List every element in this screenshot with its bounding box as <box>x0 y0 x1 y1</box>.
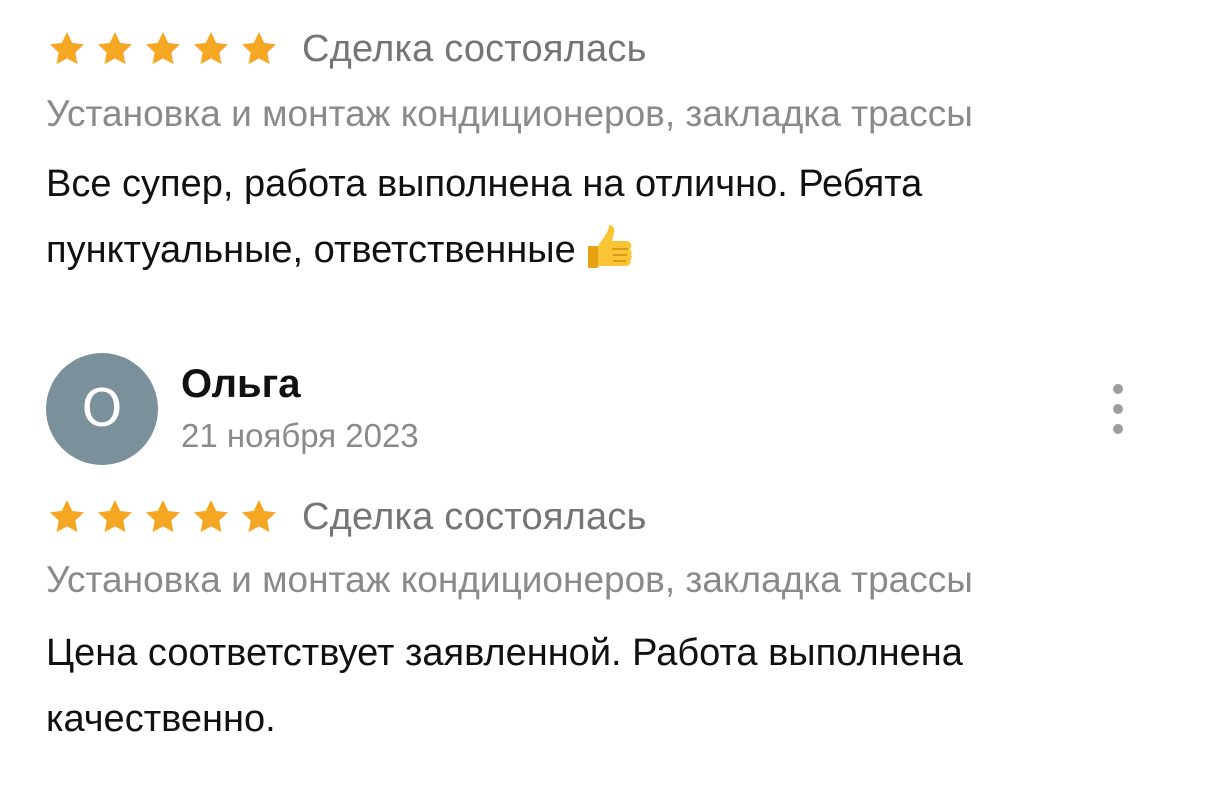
star-icon <box>50 32 84 65</box>
review-date: 21 ноября 2023 <box>181 417 419 454</box>
review-text-content: Все супер, работа выполнена на отлично. … <box>46 163 923 271</box>
rating-stars <box>46 497 280 537</box>
star-icon <box>146 500 180 533</box>
more-vertical-icon <box>1113 424 1123 434</box>
reviews-page: Сделка состоялась Установка и монтаж кон… <box>0 0 1214 810</box>
review-text: Цена соответствует заявленной. Работа вы… <box>46 632 963 740</box>
thumbs-up-icon <box>587 225 632 268</box>
review-rating-row: Сделка состоялась <box>46 494 647 540</box>
star-icon <box>242 500 276 533</box>
star-icon <box>146 32 180 65</box>
review-rating-row: Сделка состоялась <box>46 26 647 72</box>
avatar: О <box>46 353 158 465</box>
author-name: Ольга <box>181 362 301 406</box>
star-icon <box>242 32 276 65</box>
review-service: Установка и монтаж кондиционеров, заклад… <box>46 559 973 600</box>
more-vertical-icon <box>1113 404 1123 414</box>
star-icon <box>194 500 228 533</box>
star-icon <box>98 500 132 533</box>
deal-status: Сделка состоялась <box>302 28 647 70</box>
rating-stars <box>46 29 280 69</box>
avatar-initial: О <box>81 379 123 439</box>
star-icon <box>194 32 228 65</box>
star-icon <box>98 32 132 65</box>
review-service: Установка и монтаж кондиционеров, заклад… <box>46 93 973 134</box>
more-vertical-icon <box>1113 384 1123 394</box>
deal-status: Сделка состоялась <box>302 496 647 538</box>
star-icon <box>50 500 84 533</box>
more-options-button[interactable] <box>1100 384 1136 434</box>
review-text: Все супер, работа выполнена на отлично. … <box>46 151 1166 283</box>
